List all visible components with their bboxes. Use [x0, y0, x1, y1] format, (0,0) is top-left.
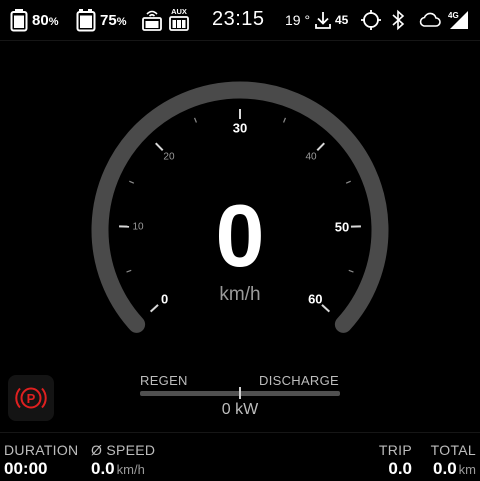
total-value: 0.0 [433, 459, 457, 478]
avg-speed-label: Ø SPEED [91, 442, 155, 458]
discharge-label: DISCHARGE [259, 373, 339, 388]
gauge-tick [195, 118, 197, 123]
total-label: TOTAL [431, 442, 476, 458]
trip-label: TRIP [379, 442, 412, 458]
gauge-tick [156, 143, 163, 150]
avg-speed-unit: km/h [117, 462, 145, 477]
regen-label: REGEN [140, 373, 188, 388]
gauge-tick-label: 40 [305, 151, 317, 162]
trip-value: 0.0 [388, 459, 412, 479]
trip-footer: DURATION 00:00 Ø SPEED 0.0km/h TRIP 0.0 … [0, 432, 480, 481]
avg-speed-readout: 0.0km/h [91, 459, 145, 479]
avg-speed-value: 0.0 [91, 459, 115, 478]
gauge-tick [346, 181, 351, 183]
duration-label: DURATION [4, 442, 78, 458]
speed-value: 0 [0, 190, 480, 282]
duration-value: 00:00 [4, 459, 47, 479]
gauge-tick [284, 118, 286, 123]
gauge-tick-label: 30 [233, 121, 247, 136]
power-value: 0 kW [0, 401, 480, 419]
gauge-tick-label: 20 [163, 151, 175, 162]
speed-unit: km/h [0, 284, 480, 306]
total-unit: km [459, 462, 476, 477]
total-readout: 0.0km [433, 459, 476, 479]
gauge-tick [129, 181, 134, 183]
gauge-tick [317, 143, 324, 150]
power-bar-center-marker [239, 387, 241, 399]
